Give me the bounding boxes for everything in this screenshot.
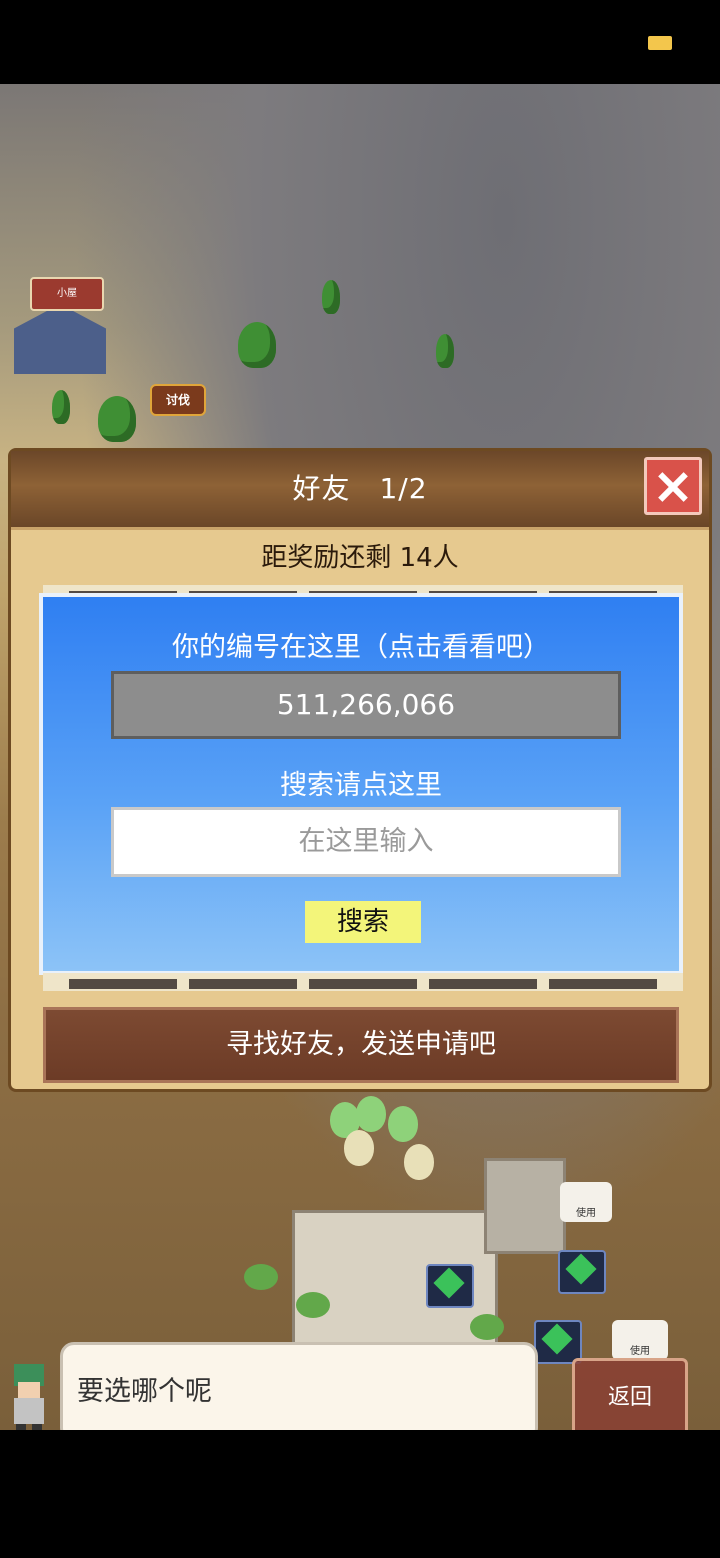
bush-icon [244,1264,278,1290]
house-building[interactable] [14,304,106,374]
decorative-stripe [43,973,683,991]
dialog-header: 好友 1/2 [11,451,709,530]
friend-id-panel: 你的编号在这里（点击看看吧） 511,266,066 搜索请点这里 在这里输入 … [39,593,683,975]
palm-tree-icon [238,322,276,368]
search-label: 搜索请点这里 [280,770,442,801]
message-box: 要选哪个呢 [60,1342,538,1442]
reward-progress-text: 距奖励还剩 14人 [261,543,459,573]
back-button[interactable]: 返回 [572,1358,688,1438]
find-friends-button[interactable]: 寻找好友，发送申请吧 [43,1007,679,1083]
your-id-label[interactable]: 你的编号在这里（点击看看吧） [43,625,679,664]
egg-icon [344,1130,374,1166]
character-avatar-icon [14,1364,44,1436]
gem-level-badge[interactable] [534,1320,582,1364]
tower-building[interactable] [484,1158,566,1254]
dialog-title: 好友 1/2 [292,472,428,505]
friends-dialog: 好友 1/2 距奖励还剩 14人 你的编号在这里（点击看看吧） 511,266,… [8,448,712,1092]
cactus-icon [436,334,454,368]
egg-icon [388,1106,418,1142]
bottom-bar [0,1430,720,1558]
use-badge[interactable]: 使用 [560,1182,612,1222]
battery-icon [648,36,672,50]
close-icon[interactable] [644,457,702,515]
egg-icon [356,1096,386,1132]
cactus-icon [52,390,70,424]
palm-tree-icon [98,396,136,442]
your-id-value[interactable]: 511,266,066 [111,671,621,739]
egg-icon [404,1144,434,1180]
status-bar [0,0,720,84]
subjugate-sign[interactable]: 讨伐 [150,384,206,416]
gem-level-badge[interactable] [426,1264,474,1308]
cactus-icon [322,280,340,314]
bush-icon [296,1292,330,1318]
search-button[interactable]: 搜索 [305,901,421,943]
use-badge[interactable]: 使用 [612,1320,668,1360]
search-input[interactable]: 在这里输入 [111,807,621,877]
bush-icon [470,1314,504,1340]
gem-level-badge[interactable] [558,1250,606,1294]
house-sign[interactable]: 小屋 [30,277,104,311]
message-text: 要选哪个呢 [77,1376,212,1407]
